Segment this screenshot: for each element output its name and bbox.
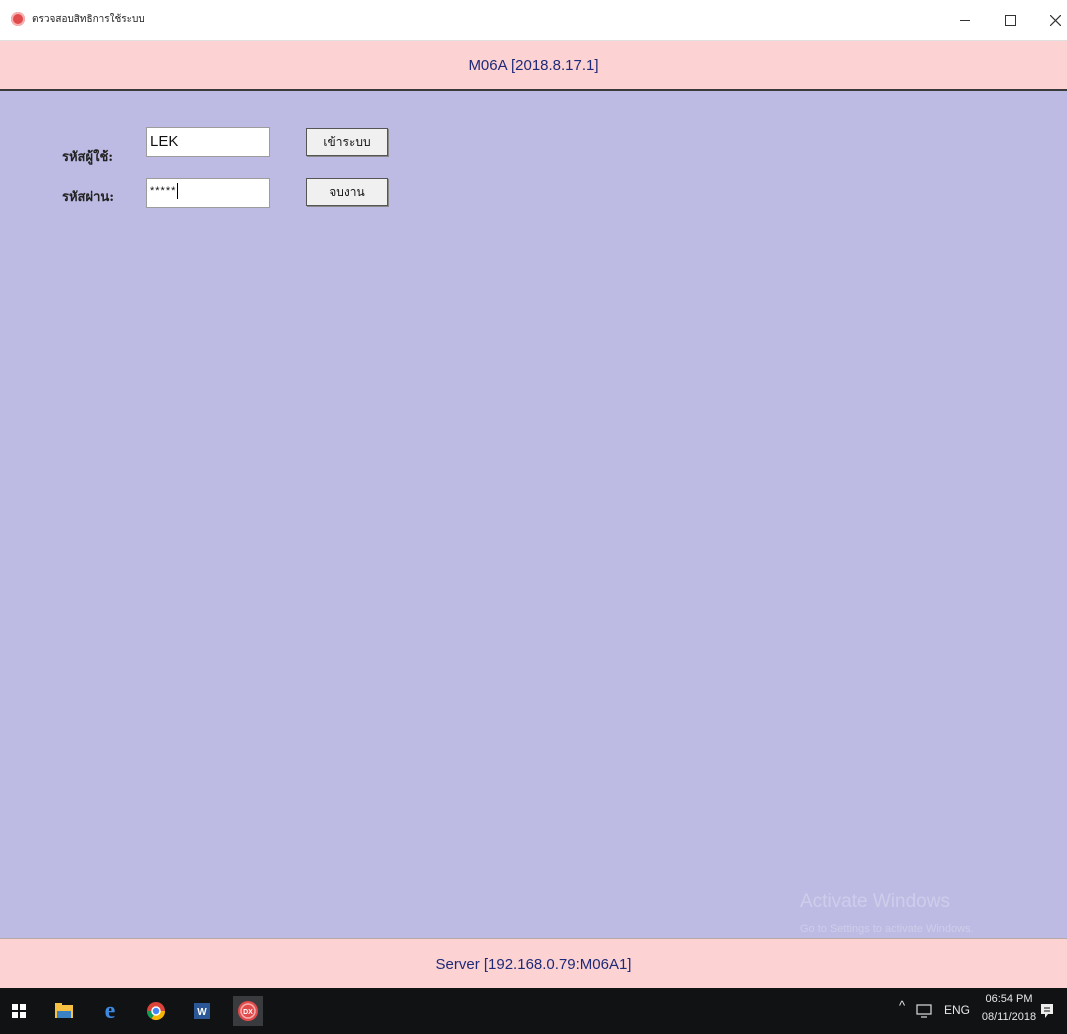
file-explorer-button[interactable] (49, 996, 79, 1026)
maximize-button[interactable] (990, 6, 1030, 34)
main-panel: รหัสผู้ใช้: LEK เข้าระบบ รหัสผ่าน: *****… (0, 91, 1067, 938)
server-label: Server [192.168.0.79:M06A1] (435, 955, 632, 973)
password-label: รหัสผ่าน: (62, 190, 115, 205)
dx-app-icon: DX (238, 1001, 258, 1021)
username-label: รหัสผู้ใช้: (62, 150, 114, 165)
username-value: LEK (150, 133, 179, 150)
taskbar: e W DX ^ ENG 06:54 PM 08/11/2018 (0, 988, 1067, 1034)
chrome-icon (147, 1002, 165, 1021)
clock-date[interactable]: 08/11/2018 (979, 1011, 1039, 1023)
word-button[interactable]: W (187, 996, 217, 1026)
folder-icon (55, 1003, 73, 1018)
clock-time[interactable]: 06:54 PM (979, 993, 1039, 1005)
windows-logo-icon (12, 1004, 26, 1018)
login-button[interactable]: เข้าระบบ (306, 128, 388, 156)
action-center-tray[interactable] (912, 996, 936, 1026)
chrome-button[interactable] (141, 996, 171, 1026)
activation-watermark-hint: Go to Settings to activate Windows. (800, 923, 974, 935)
footer-band: Server [192.168.0.79:M06A1] (0, 938, 1067, 989)
notifications-button[interactable] (1032, 996, 1062, 1026)
header-band: M06A [2018.8.17.1] (0, 41, 1067, 91)
start-button[interactable] (4, 996, 34, 1026)
version-label: M06A [2018.8.17.1] (468, 56, 599, 74)
notification-icon (1041, 1004, 1053, 1018)
window-titlebar: ตรวจสอบสิทธิการใช้ระบบ (0, 0, 1067, 41)
close-icon (1049, 14, 1061, 26)
tray-chevron-up-icon[interactable]: ^ (899, 998, 905, 1013)
svg-text:W: W (197, 1007, 207, 1018)
dx-app-button[interactable]: DX (233, 996, 263, 1026)
close-button[interactable] (1035, 6, 1067, 34)
activation-watermark-title: Activate Windows (800, 891, 950, 912)
edge-button[interactable]: e (95, 996, 125, 1026)
word-icon: W (194, 1003, 210, 1019)
minimize-icon (960, 19, 970, 21)
exit-button[interactable]: จบงาน (306, 178, 388, 206)
username-field[interactable]: LEK (146, 127, 270, 157)
password-field[interactable]: ***** (146, 178, 270, 208)
svg-text:DX: DX (243, 1009, 253, 1016)
edge-icon: e (104, 997, 116, 1024)
window-title: ตรวจสอบสิทธิการใช้ระบบ (32, 14, 145, 25)
maximize-icon (1004, 14, 1016, 26)
password-value: ***** (150, 184, 177, 197)
language-indicator[interactable]: ENG (944, 1003, 970, 1017)
text-caret (177, 183, 179, 199)
minimize-button[interactable] (945, 6, 985, 34)
network-icon (916, 1004, 932, 1018)
app-icon (11, 12, 25, 26)
